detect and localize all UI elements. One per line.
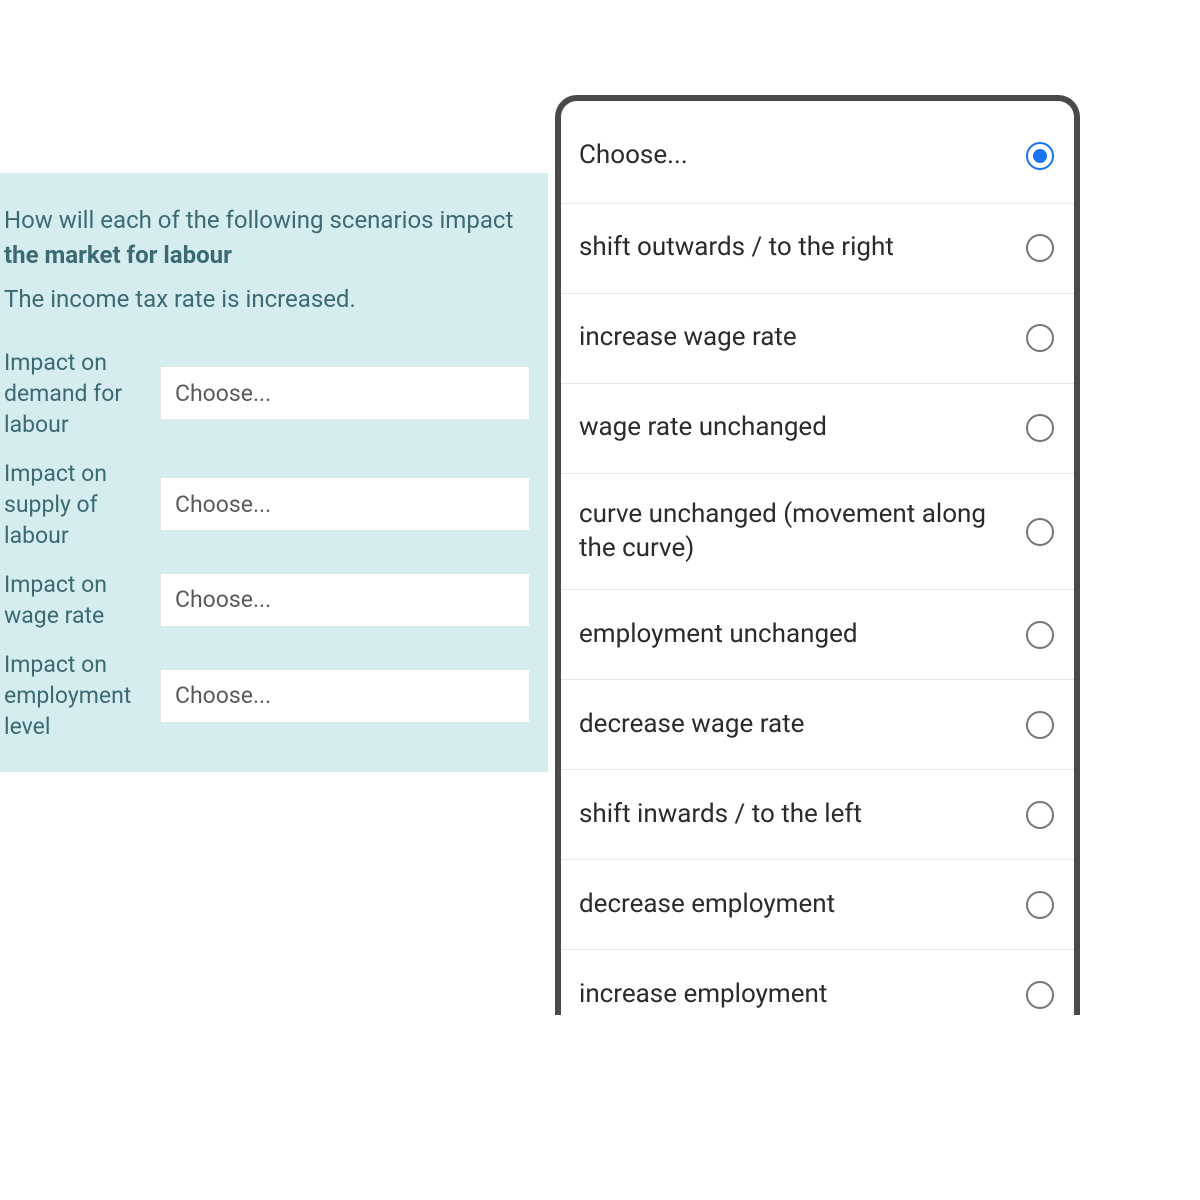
option-decrease-employment[interactable]: decrease employment [561,860,1074,950]
option-label: employment unchanged [579,618,870,652]
radio-icon [1026,711,1054,739]
field-row-employment: Impact on employment level Choose... [4,649,530,742]
option-increase-wage[interactable]: increase wage rate [561,294,1074,384]
radio-icon [1026,414,1054,442]
option-shift-outwards[interactable]: shift outwards / to the right [561,204,1074,294]
options-dropdown-panel: Choose... shift outwards / to the right … [555,95,1080,1015]
select-supply[interactable]: Choose... [160,477,530,531]
option-label: decrease employment [579,888,847,922]
option-decrease-wage[interactable]: decrease wage rate [561,680,1074,770]
radio-icon [1026,234,1054,262]
radio-icon [1026,981,1054,1009]
select-value: Choose... [175,491,271,518]
option-label: shift inwards / to the left [579,798,874,832]
option-label: increase employment [579,978,839,1012]
option-label: shift outwards / to the right [579,231,906,265]
option-label: wage rate unchanged [579,411,839,445]
option-increase-employment[interactable]: increase employment [561,950,1074,1015]
scenario-text: The income tax rate is increased. [4,285,530,313]
field-row-wage: Impact on wage rate Choose... [4,569,530,631]
question-bold: the market for labour [4,241,232,269]
question-prefix: How will each of the following scenarios… [4,206,513,234]
option-shift-inwards[interactable]: shift inwards / to the left [561,770,1074,860]
field-row-demand: Impact on demand for labour Choose... [4,347,530,440]
select-employment[interactable]: Choose... [160,669,530,723]
option-employment-unchanged[interactable]: employment unchanged [561,590,1074,680]
radio-icon [1026,621,1054,649]
field-row-supply: Impact on supply of labour Choose... [4,458,530,551]
select-value: Choose... [175,380,271,407]
option-label: decrease wage rate [579,708,816,742]
option-curve-unchanged[interactable]: curve unchanged (movement along the curv… [561,474,1074,591]
select-demand[interactable]: Choose... [160,366,530,420]
field-label: Impact on employment level [4,649,160,742]
select-value: Choose... [175,682,271,709]
question-text: How will each of the following scenarios… [4,203,530,273]
select-wage[interactable]: Choose... [160,573,530,627]
radio-icon [1026,142,1054,170]
option-label: increase wage rate [579,321,809,355]
radio-icon [1026,891,1054,919]
radio-icon [1026,324,1054,352]
radio-icon [1026,801,1054,829]
option-label: Choose... [579,139,700,173]
field-label: Impact on supply of labour [4,458,160,551]
question-panel: How will each of the following scenarios… [0,173,548,772]
option-choose[interactable]: Choose... [561,101,1074,204]
field-label: Impact on wage rate [4,569,160,631]
radio-icon [1026,518,1054,546]
option-label: curve unchanged (movement along the curv… [579,498,1026,566]
field-label: Impact on demand for labour [4,347,160,440]
option-wage-unchanged[interactable]: wage rate unchanged [561,384,1074,474]
select-value: Choose... [175,586,271,613]
